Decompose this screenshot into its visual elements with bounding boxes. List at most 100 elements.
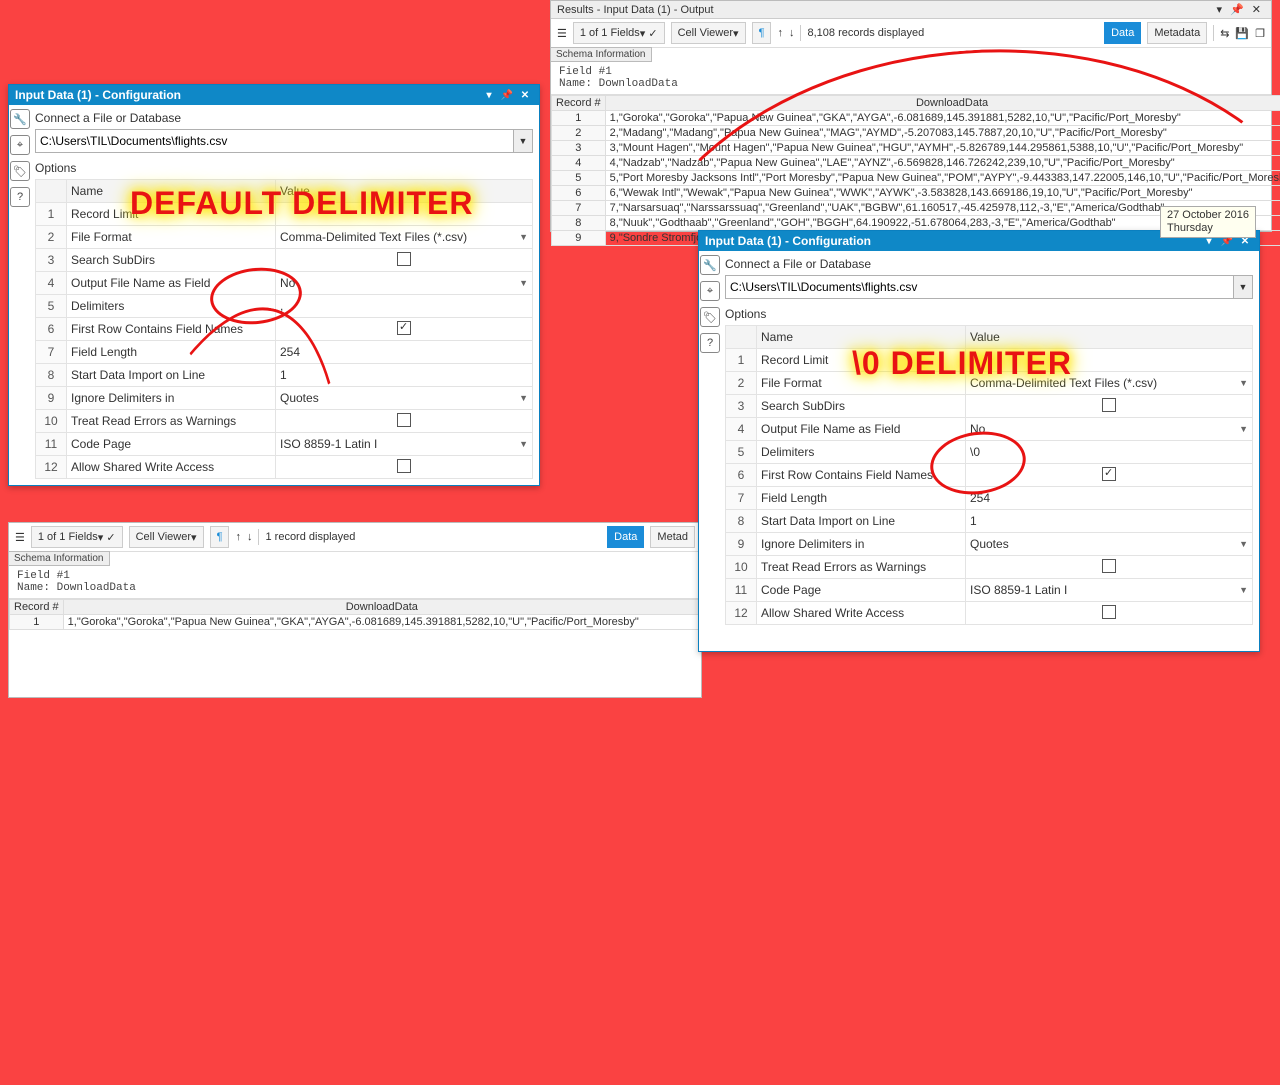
option-row[interactable]: 11Code PageISO 8859-1 Latin I▼ [36, 433, 533, 456]
data-button[interactable]: Data [1104, 22, 1141, 44]
paragraph-icon[interactable]: ¶ [752, 22, 772, 44]
dropdown-icon[interactable]: ▾ [481, 88, 497, 102]
fields-dropdown[interactable]: 1 of 1 Fields ▾ ✓ [31, 526, 123, 548]
option-row[interactable]: 1Record Limit [36, 203, 533, 226]
option-row[interactable]: 7Field Length254 [36, 341, 533, 364]
col-record[interactable]: Record # [552, 96, 606, 111]
table-row[interactable]: 66,"Wewak Intl","Wewak","Papua New Guine… [552, 186, 1280, 201]
option-row[interactable]: 5Delimiters\0 [726, 441, 1253, 464]
option-row[interactable]: 11Code PageISO 8859-1 Latin I▼ [726, 579, 1253, 602]
option-value[interactable] [276, 203, 533, 226]
option-row[interactable]: 4Output File Name as FieldNo▼ [36, 272, 533, 295]
tag-icon[interactable]: 🏷 [700, 307, 720, 327]
option-row[interactable]: 12Allow Shared Write Access [726, 602, 1253, 625]
option-value[interactable] [276, 456, 533, 479]
file-path-combo[interactable]: ▼ [35, 129, 533, 153]
option-value[interactable] [966, 602, 1253, 625]
target-icon[interactable]: ⌖ [10, 135, 30, 155]
checkbox[interactable] [397, 252, 411, 266]
data-button[interactable]: Data [607, 526, 644, 548]
option-value[interactable]: Quotes▼ [966, 533, 1253, 556]
wrench-icon[interactable]: 🔧 [700, 255, 720, 275]
option-value[interactable] [276, 318, 533, 341]
paragraph-icon[interactable]: ¶ [210, 526, 230, 548]
option-row[interactable]: 4Output File Name as FieldNo▼ [726, 418, 1253, 441]
option-value[interactable]: ISO 8859-1 Latin I▼ [276, 433, 533, 456]
option-row[interactable]: 6First Row Contains Field Names [726, 464, 1253, 487]
target-icon[interactable]: ⌖ [700, 281, 720, 301]
help-icon[interactable]: ? [10, 187, 30, 207]
option-row[interactable]: 10Treat Read Errors as Warnings [726, 556, 1253, 579]
option-value[interactable]: 254 [966, 487, 1253, 510]
option-row[interactable]: 9Ignore Delimiters inQuotes▼ [36, 387, 533, 410]
col-record[interactable]: Record # [10, 600, 64, 615]
dropdown-icon[interactable]: ▾ [1213, 3, 1227, 16]
option-row[interactable]: 6First Row Contains Field Names [36, 318, 533, 341]
chevron-down-icon[interactable]: ▼ [1234, 275, 1253, 299]
close-icon[interactable]: ✕ [517, 88, 533, 102]
option-value[interactable]: Comma-Delimited Text Files (*.csv)▼ [966, 372, 1253, 395]
col-download[interactable]: DownloadData [63, 600, 700, 615]
checkbox[interactable] [1102, 467, 1116, 481]
checkbox[interactable] [1102, 398, 1116, 412]
arrow-down-icon[interactable]: ↓ [789, 27, 795, 39]
option-value[interactable] [276, 249, 533, 272]
arrow-up-icon[interactable]: ↑ [777, 27, 783, 39]
metadata-button[interactable]: Metadata [1147, 22, 1207, 44]
save-icon[interactable]: 💾 [1235, 27, 1249, 40]
checkbox[interactable] [397, 413, 411, 427]
col-download[interactable]: DownloadData [605, 96, 1280, 111]
option-row[interactable]: 8Start Data Import on Line1 [36, 364, 533, 387]
option-value[interactable]: No▼ [966, 418, 1253, 441]
option-row[interactable]: 2File FormatComma-Delimited Text Files (… [36, 226, 533, 249]
cell-viewer-dropdown[interactable]: Cell Viewer ▾ [671, 22, 746, 44]
arrow-down-icon[interactable]: ↓ [247, 531, 253, 543]
list-icon[interactable]: ☰ [15, 531, 25, 544]
pin-icon[interactable]: 📌 [499, 88, 515, 102]
metadata-button[interactable]: Metad [650, 526, 695, 548]
wrench-icon[interactable]: 🔧 [10, 109, 30, 129]
checkbox[interactable] [397, 321, 411, 335]
checkbox[interactable] [397, 459, 411, 473]
option-value[interactable]: Quotes▼ [276, 387, 533, 410]
option-row[interactable]: 3Search SubDirs [726, 395, 1253, 418]
option-value[interactable] [966, 395, 1253, 418]
file-path-input[interactable] [35, 129, 514, 153]
option-row[interactable]: 8Start Data Import on Line1 [726, 510, 1253, 533]
fields-dropdown[interactable]: 1 of 1 Fields ▾ ✓ [573, 22, 665, 44]
file-path-input[interactable] [725, 275, 1234, 299]
list-icon[interactable]: ☰ [557, 27, 567, 40]
table-row[interactable]: 44,"Nadzab","Nadzab","Papua New Guinea",… [552, 156, 1280, 171]
option-value[interactable] [966, 349, 1253, 372]
checkbox[interactable] [1102, 605, 1116, 619]
option-row[interactable]: 9Ignore Delimiters inQuotes▼ [726, 533, 1253, 556]
option-value[interactable]: No▼ [276, 272, 533, 295]
option-row[interactable]: 2File FormatComma-Delimited Text Files (… [726, 372, 1253, 395]
option-value[interactable]: ISO 8859-1 Latin I▼ [966, 579, 1253, 602]
option-value[interactable]: 1 [966, 510, 1253, 533]
option-value[interactable] [966, 556, 1253, 579]
option-row[interactable]: 1Record Limit [726, 349, 1253, 372]
option-row[interactable]: 7Field Length254 [726, 487, 1253, 510]
option-row[interactable]: 3Search SubDirs [36, 249, 533, 272]
table-row[interactable]: 22,"Madang","Madang","Papua New Guinea",… [552, 126, 1280, 141]
option-row[interactable]: 12Allow Shared Write Access [36, 456, 533, 479]
table-row[interactable]: 11,"Goroka","Goroka","Papua New Guinea",… [552, 111, 1280, 126]
tag-icon[interactable]: 🏷 [10, 161, 30, 181]
checkbox[interactable] [1102, 559, 1116, 573]
cell-viewer-dropdown[interactable]: Cell Viewer ▾ [129, 526, 204, 548]
arrow-up-icon[interactable]: ↑ [235, 531, 241, 543]
close-icon[interactable]: ✕ [1248, 3, 1265, 16]
copy-icon[interactable]: ❐ [1255, 27, 1265, 40]
option-value[interactable] [276, 410, 533, 433]
file-path-combo[interactable]: ▼ [725, 275, 1253, 299]
pin-icon[interactable]: 📌 [1226, 3, 1248, 16]
option-value[interactable]: 1 [276, 364, 533, 387]
option-value[interactable]: 254 [276, 341, 533, 364]
option-value[interactable] [966, 464, 1253, 487]
option-value[interactable]: Comma-Delimited Text Files (*.csv)▼ [276, 226, 533, 249]
table-row[interactable]: 55,"Port Moresby Jacksons Intl","Port Mo… [552, 171, 1280, 186]
arrows-icon[interactable]: ⇆ [1220, 27, 1229, 40]
chevron-down-icon[interactable]: ▼ [514, 129, 533, 153]
option-row[interactable]: 10Treat Read Errors as Warnings [36, 410, 533, 433]
